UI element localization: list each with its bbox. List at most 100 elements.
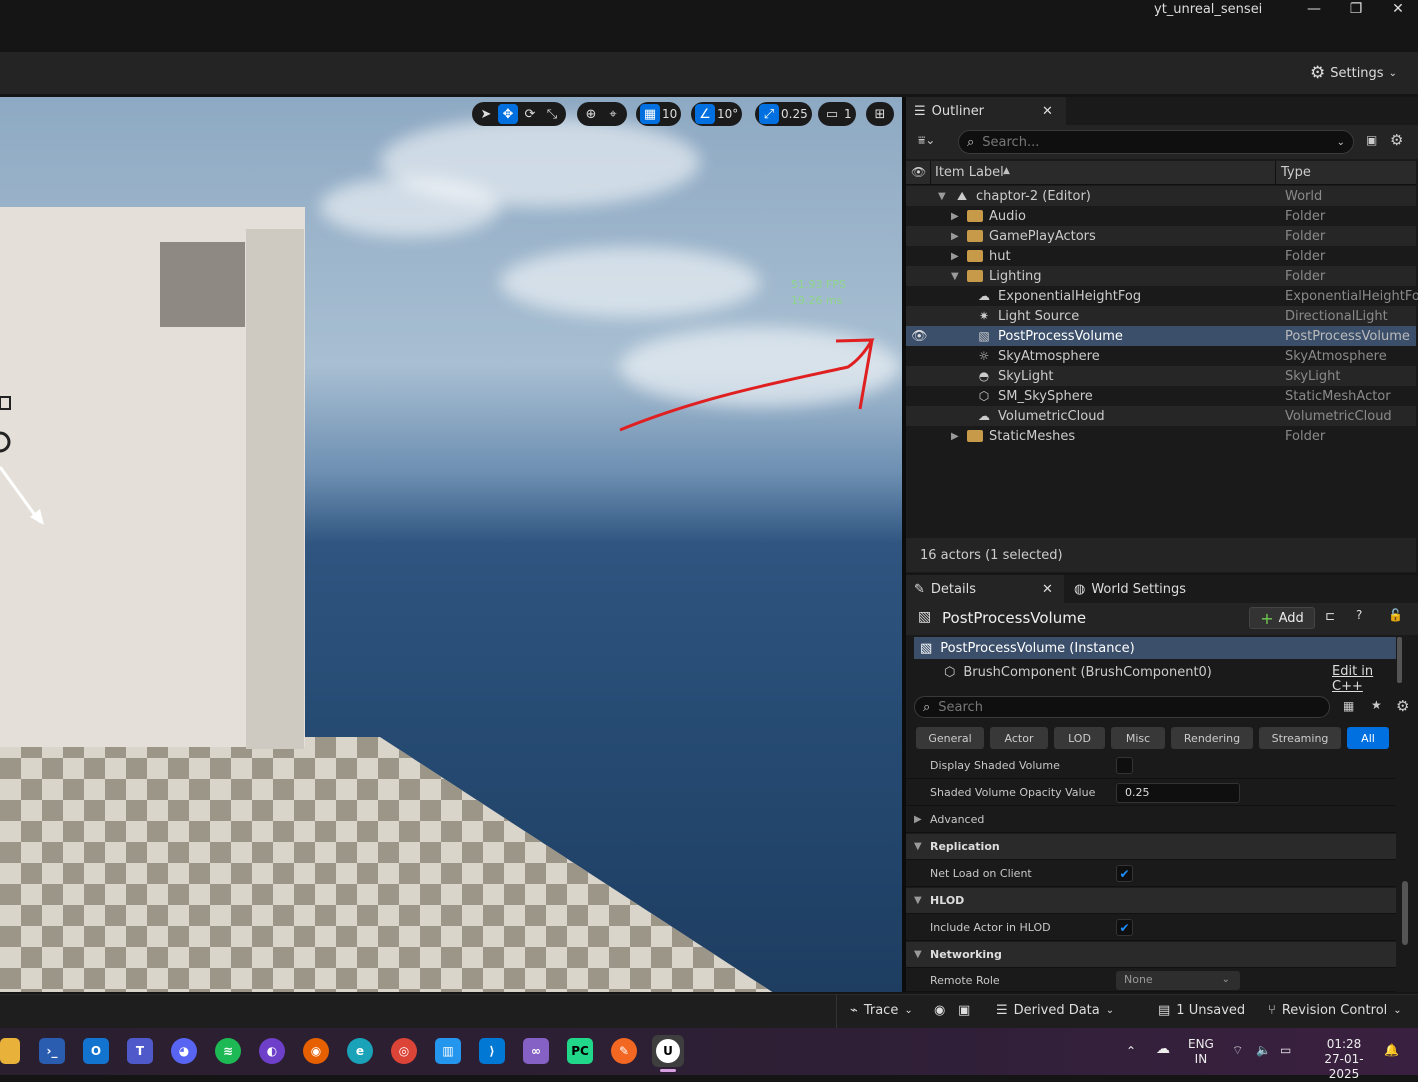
record-icon[interactable]: ◉ [934,1003,945,1018]
net-load-checkbox[interactable]: ✔ [1116,865,1133,882]
select-icon[interactable]: ➤ [476,104,496,124]
lock-icon[interactable]: 🔓 [1388,608,1403,622]
tree-row-actor[interactable]: ◓ SkyLight SkyLight [906,366,1416,386]
include-hlod-checkbox[interactable]: ✔ [1116,919,1133,936]
settings-button[interactable]: ⚙ Settings ⌄ [1310,62,1397,84]
viewport-layout-icon[interactable]: ⊞ [870,104,890,124]
filter-all[interactable]: All [1347,727,1389,749]
grid-icon[interactable]: ▦ [640,104,660,124]
spotify-icon[interactable]: ≋ [215,1038,241,1064]
details-search-input[interactable]: ⌕ Search [914,696,1330,718]
scale-icon[interactable]: ⤡ [542,104,562,124]
wifi-icon[interactable]: ⌔ [1232,1043,1243,1058]
scale-snap-icon[interactable]: ⤢ [759,104,779,124]
remote-role-select[interactable]: None ⌄ [1116,971,1240,990]
collapse-icon[interactable]: ▶ [951,251,961,262]
notification-icon[interactable]: 🔔 [1384,1043,1399,1058]
blueprint-icon[interactable]: ⊏ [1325,609,1335,623]
help-icon[interactable]: ? [1356,608,1362,622]
gear-icon[interactable]: ⚙ [1390,131,1403,149]
chrome-icon[interactable]: ◎ [391,1038,417,1064]
filter-rendering[interactable]: Rendering [1171,727,1253,749]
tree-row-actor[interactable]: ☁ VolumetricCloud VolumetricCloud [906,406,1416,426]
collapse-icon[interactable]: ▶ [951,231,961,242]
details-scrollbar[interactable] [1402,881,1408,945]
file-explorer-icon[interactable] [0,1038,20,1064]
rotate-icon[interactable]: ⟳ [520,104,540,124]
tree-row-actor[interactable]: ⬡ SM_SkySphere StaticMeshActor [906,386,1416,406]
tab-world-settings[interactable]: ◍ World Settings [1066,575,1194,603]
edit-cpp-link[interactable]: Edit in C++ [1332,664,1396,694]
github-icon[interactable]: ◐ [259,1038,285,1064]
grid-snap-value[interactable]: 10 [662,107,677,121]
category-replication[interactable]: ▼ Replication [906,834,1396,860]
component-row[interactable]: ⬡ BrushComponent (BrushComponent0) Edit … [914,661,1396,694]
layout-control[interactable]: ⊞ [866,102,894,126]
tree-row-world[interactable]: ▼ ⛰ chaptor-2 (Editor) World [906,186,1416,206]
expand-icon[interactable]: ▼ [938,191,948,202]
eye-icon[interactable]: 👁 [911,329,928,344]
scale-snap-value[interactable]: 0.25 [781,107,808,121]
outliner-search-input[interactable]: ⌕ Search... ⌄ [958,130,1354,154]
expand-icon[interactable]: ▼ [906,895,930,906]
camera-speed-value[interactable]: 1 [844,107,852,121]
property-category[interactable]: ▶ Advanced [906,807,1396,833]
filter-icon[interactable]: ⩸⌄ [918,133,935,148]
filter-general[interactable]: General [916,727,984,749]
gear-icon[interactable]: ⚙ [1396,697,1409,715]
unsaved-button[interactable]: ▤ 1 Unsaved [1158,1003,1245,1018]
onedrive-icon[interactable]: ☁ [1156,1042,1170,1057]
visual-studio-icon[interactable]: ∞ [523,1038,549,1064]
tree-row-actor[interactable]: ☼ SkyAtmosphere SkyAtmosphere [906,346,1416,366]
collapse-icon[interactable]: ▶ [951,211,961,222]
col-item-label[interactable]: Item Label [935,165,1004,180]
chevron-up-icon[interactable]: ⌃ [1126,1044,1136,1059]
component-scrollbar[interactable] [1397,637,1402,683]
tree-row-folder[interactable]: ▶ Audio Folder [906,206,1416,226]
expand-icon[interactable]: ▼ [906,841,930,852]
docker-icon[interactable]: ▥ [435,1038,461,1064]
scale-snap-control[interactable]: ⤢ 0.25 [755,102,812,126]
volume-icon[interactable]: 🔈 [1256,1043,1271,1058]
tab-outliner[interactable]: ☰ Outliner ✕ [906,97,1066,125]
category-networking[interactable]: ▼ Networking [906,942,1396,968]
eye-icon[interactable]: 👁 [911,165,926,179]
filter-streaming[interactable]: Streaming [1259,727,1341,749]
screenshot-icon[interactable]: ▣ [958,1003,970,1018]
star-icon[interactable]: ★ [1371,698,1382,712]
vscode-icon[interactable]: ⟩ [479,1038,505,1064]
rotation-snap-value[interactable]: 10° [717,107,738,121]
revision-control-button[interactable]: ⑂ Revision Control ⌄ [1268,1003,1402,1018]
table-view-icon[interactable]: ▦ [1343,699,1354,713]
col-type[interactable]: Type [1281,165,1311,180]
discord-icon[interactable]: ◕ [171,1038,197,1064]
pycharm-icon[interactable]: PC [567,1038,593,1064]
grid-snap-control[interactable]: ▦ 10 [636,102,682,126]
firefox-icon[interactable]: ◉ [303,1038,329,1064]
angle-icon[interactable]: ∠ [695,104,715,124]
translate-icon[interactable]: ✥ [498,104,518,124]
tree-row-actor[interactable]: ✷ Light Source DirectionalLight [906,306,1416,326]
maximize-button[interactable]: ❐ [1335,0,1377,20]
battery-icon[interactable]: ▭ [1280,1043,1291,1058]
component-instance-row[interactable]: ▧ PostProcessVolume (Instance) [914,637,1396,659]
clock[interactable]: 01:28 27-01-2025 [1312,1037,1376,1082]
tree-row-folder[interactable]: ▶ hut Folder [906,246,1416,266]
surface-snap-icon[interactable]: ⌖ [603,104,623,124]
close-tab-icon[interactable]: ✕ [1042,104,1053,119]
expand-icon[interactable]: ▼ [951,271,961,282]
collapse-icon[interactable]: ▶ [906,814,930,825]
display-shaded-checkbox[interactable] [1116,757,1133,774]
opacity-input[interactable]: 0.25 [1116,783,1240,803]
tree-row-actor-selected[interactable]: 👁 ▧ PostProcessVolume PostProcessVolume [906,326,1416,346]
camera-speed-control[interactable]: ▭ 1 [818,102,856,126]
tab-details[interactable]: ✎ Details ✕ [906,575,1064,603]
add-folder-icon[interactable]: ▣ [1366,133,1377,147]
rotation-snap-control[interactable]: ∠ 10° [691,102,743,126]
postman-icon[interactable]: ✎ [611,1038,637,1064]
chevron-down-icon[interactable]: ⌄ [1337,137,1345,148]
close-button[interactable]: ✕ [1377,0,1418,20]
globe-icon[interactable]: ⊕ [581,104,601,124]
powershell-icon[interactable]: ›_ [39,1038,65,1064]
filter-actor[interactable]: Actor [990,727,1048,749]
